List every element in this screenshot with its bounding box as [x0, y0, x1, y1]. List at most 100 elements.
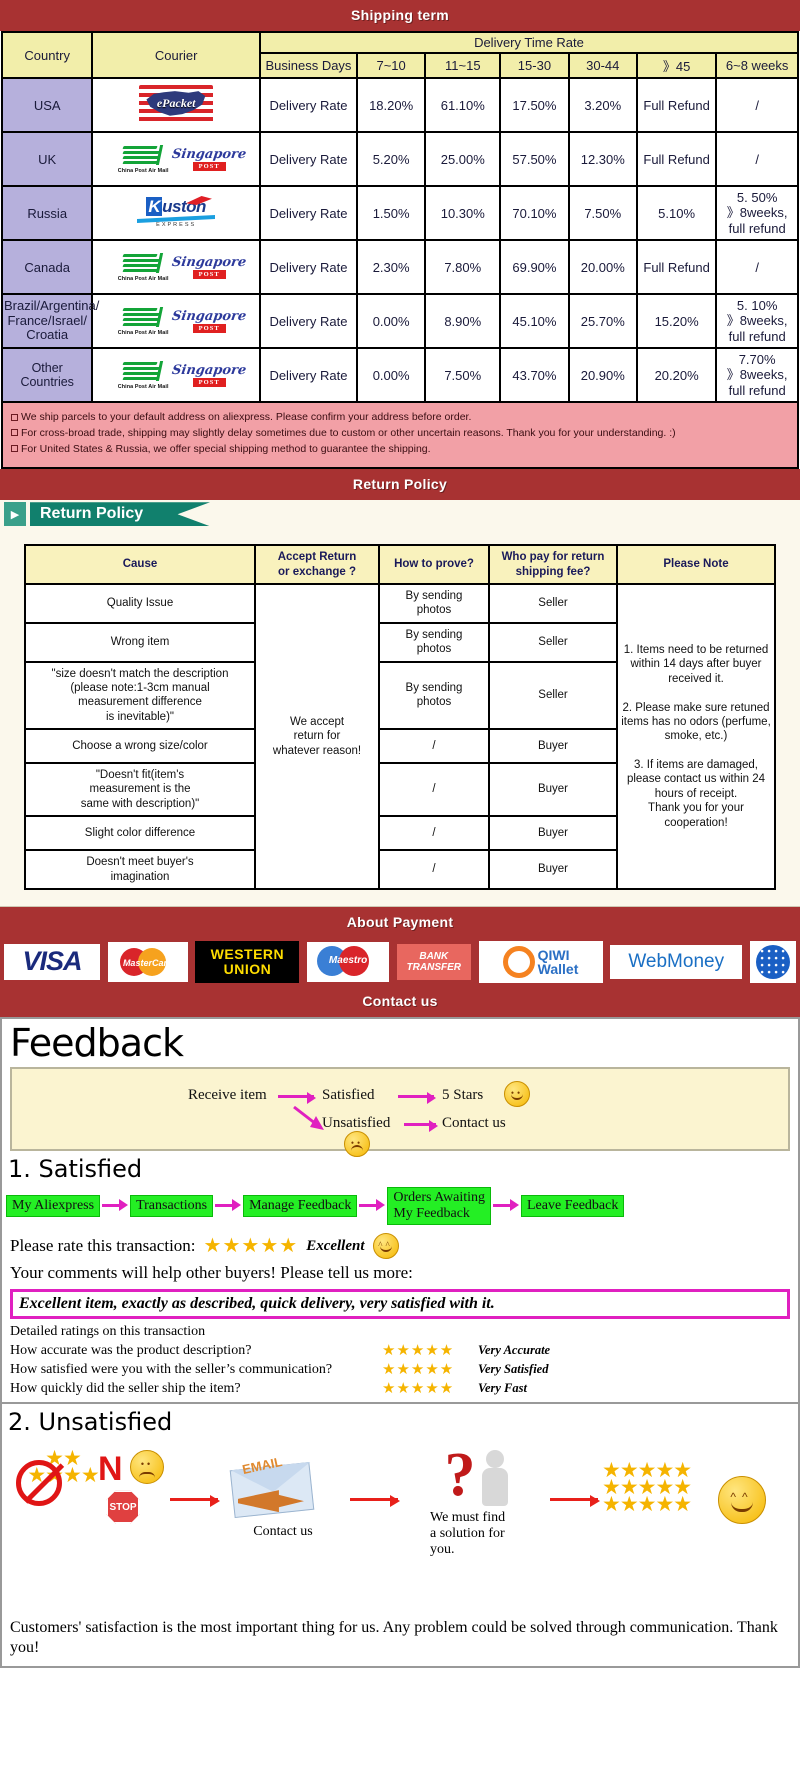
- th-who-pays: Who pay for return shipping fee?: [488, 544, 618, 585]
- cell-rate-11-15: 8.90%: [424, 293, 502, 349]
- smiley-sad-icon: ••: [130, 1450, 164, 1485]
- cell-rate-label: Delivery Rate: [258, 77, 358, 133]
- flow-receive-item: Receive item: [188, 1086, 267, 1103]
- shipping-note-2: For cross-broad trade, shipping may slig…: [11, 426, 789, 442]
- step-arrow-icon: [357, 1198, 387, 1212]
- epacket-logo: ePacket: [139, 85, 214, 125]
- cell-country: USA: [0, 77, 94, 133]
- email-group: EMAIL Contact us: [228, 1454, 338, 1540]
- shipping-note-text: For United States & Russia, we offer spe…: [21, 442, 431, 455]
- return-policy-flag: ▶ Return Policy: [0, 500, 800, 530]
- flow-unsatisfied: Unsatisfied: [322, 1114, 391, 1131]
- shipping-notes: We ship parcels to your default address …: [1, 403, 799, 470]
- visa-logo: VISA: [4, 943, 100, 980]
- cell-rate-11-15: 25.00%: [424, 131, 502, 187]
- stop-label: STOP: [109, 1501, 137, 1513]
- cell-rate-30-44: 25.70%: [567, 293, 638, 349]
- detail-value: Very Fast: [478, 1381, 527, 1396]
- step-arrow-icon: [213, 1198, 243, 1212]
- bank-transfer-line1: BANK: [419, 950, 449, 962]
- feedback-flow-diagram: Receive item Satisfied 5 Stars •• Unsati…: [10, 1066, 790, 1157]
- cell-rate-over-45: Full Refund: [635, 239, 718, 295]
- cell-country: Brazil/Argentina/ France/Israel/ Croatia: [0, 293, 99, 349]
- flow-arrow-3: [404, 1119, 438, 1132]
- detail-rating-row: How quickly did the seller ship the item…: [2, 1379, 798, 1402]
- detail-stars: ★★★★★: [382, 1381, 455, 1398]
- flow-arrow-diagonal: [292, 1105, 326, 1133]
- cell-rate-over-45: 5.10%: [635, 185, 718, 241]
- unsat-arrow-2: [350, 1495, 400, 1508]
- return-policy-flag-label: Return Policy: [30, 502, 210, 527]
- cell-country: UK: [0, 131, 94, 187]
- cell-rate-7-10: 0.00%: [355, 293, 427, 349]
- rating-stars[interactable]: ★★★★★: [204, 1236, 299, 1256]
- china-post-air-mail-logo: China Post Air Mail: [111, 355, 175, 395]
- singapore-post-logo: Singapore POST: [171, 362, 248, 387]
- feedback-title: Feedback: [10, 1020, 184, 1065]
- step-leave-feedback[interactable]: Leave Feedback: [521, 1194, 625, 1218]
- cell-country: Russia: [0, 185, 94, 241]
- webmoney-logo: WebMoney: [610, 944, 743, 979]
- shipping-note-3: For United States & Russia, we offer spe…: [11, 442, 789, 458]
- cell-cause: Doesn't meet buyer's imagination: [24, 849, 256, 890]
- table-row: USA ePacket Delivery Rate 18.20% 61.10% …: [0, 77, 799, 133]
- smiley-happy-icon: ••: [504, 1080, 530, 1107]
- unsatisfied-heading: 2. Unsatisfied: [8, 1408, 173, 1437]
- th-country: Country: [0, 31, 94, 79]
- cell-rate-over-45: Full Refund: [635, 131, 718, 187]
- return-policy-banner: Return Policy: [0, 469, 800, 501]
- cell-cause: "Doesn't fit(item's measurement is the s…: [24, 761, 256, 818]
- step-my-aliexpress[interactable]: My Aliexpress: [6, 1194, 101, 1218]
- th-range-6-8-weeks: 6~8 weeks: [715, 52, 799, 79]
- china-post-air-mail-logo: China Post Air Mail: [111, 139, 175, 179]
- flow-contact-us: Contact us: [442, 1114, 506, 1131]
- western-union-line1: WESTERN: [210, 946, 285, 963]
- detail-value: Very Accurate: [478, 1343, 551, 1358]
- cell-rate-6-8-weeks: /: [715, 239, 799, 295]
- good-stars-group: ★★★★★ ★★★★★ ★★★★★: [602, 1458, 692, 1517]
- cell-rate-11-15: 7.50%: [424, 347, 502, 403]
- email-envelope-icon: EMAIL: [228, 1454, 316, 1519]
- cell-rate-15-30: 43.70%: [499, 347, 570, 403]
- comment-text-box[interactable]: Excellent item, exactly as described, qu…: [10, 1289, 790, 1320]
- return-policy-table: Cause Accept Return or exchange ? How to…: [24, 544, 776, 890]
- maestro-logo: Maestro: [307, 941, 390, 982]
- detail-question: How quickly did the seller ship the item…: [10, 1380, 241, 1396]
- shipping-term-banner: Shipping term: [0, 0, 800, 31]
- th-how-to-prove: How to prove?: [378, 544, 490, 585]
- cell-rate-30-44: 20.90%: [567, 347, 638, 403]
- cell-cause: Choose a wrong size/color: [24, 728, 256, 764]
- th-accept-return: Accept Return or exchange ?: [254, 544, 380, 585]
- table-row: UK China Post Air Mail Singapore POST Del…: [0, 131, 799, 187]
- th-range-11-15: 11~15: [424, 52, 502, 79]
- cell-how-to-prove: By sending photos: [378, 621, 490, 663]
- qiwi-wallet-logo: QIWI Wallet: [478, 940, 603, 983]
- cell-who-pays: Buyer: [488, 728, 618, 764]
- step-manage-feedback[interactable]: Manage Feedback: [243, 1194, 358, 1218]
- step-transactions[interactable]: Transactions: [130, 1194, 214, 1218]
- closing-message: Customers' satisfaction is the most impo…: [10, 1619, 778, 1657]
- step-orders-awaiting-my-feedback[interactable]: Orders Awaiting My Feedback: [387, 1186, 491, 1226]
- cell-rate-30-44: 3.20%: [567, 77, 638, 133]
- cell-who-pays: Buyer: [488, 761, 618, 818]
- smiley-sad-icon: ••: [344, 1130, 370, 1157]
- comment-prompt: Your comments will help other buyers! Pl…: [10, 1263, 413, 1283]
- th-business-days: Business Days: [258, 52, 358, 79]
- table-row: Other Countries China Post Air Mail Sing…: [0, 347, 799, 403]
- cell-rate-label: Delivery Rate: [258, 239, 358, 295]
- western-union-line2: UNION: [223, 960, 272, 977]
- globe-logo: [749, 940, 796, 983]
- singapore-post-logo: Singapore POST: [171, 308, 248, 333]
- flow-arrow-2: [398, 1091, 436, 1104]
- cell-how-to-prove: By sending photos: [378, 660, 490, 730]
- th-courier: Courier: [91, 31, 261, 79]
- cell-rate-11-15: 61.10%: [424, 77, 502, 133]
- stop-sign-icon: STOP: [106, 1490, 140, 1525]
- china-post-air-mail-logo: China Post Air Mail: [111, 301, 175, 341]
- cell-rate-15-30: 17.50%: [499, 77, 570, 133]
- contact-us-banner: Contact us: [0, 985, 800, 1017]
- unsatisfied-section: 2. Unsatisfied ★★ ★★★★ N •• STOP EMAIL C…: [2, 1402, 798, 1666]
- product-description-page: Shipping term Country Courier Delivery T…: [0, 0, 800, 1790]
- maestro-label: Maestro: [328, 954, 368, 966]
- five-stars-icon: ★★★★★ ★★★★★ ★★★★★: [602, 1458, 692, 1517]
